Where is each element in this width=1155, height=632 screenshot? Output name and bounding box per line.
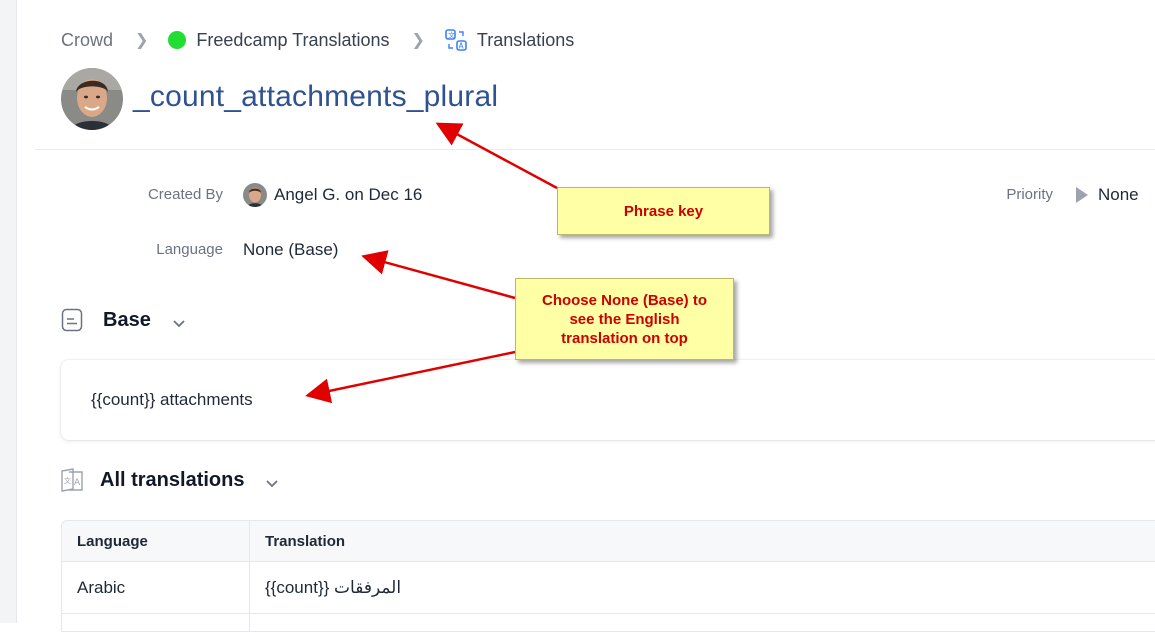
annotation-line: translation on top: [561, 329, 688, 347]
flag-icon: [1075, 186, 1089, 204]
arrow-to-language: [361, 250, 516, 300]
column-divider: [249, 521, 250, 631]
language-value[interactable]: None (Base): [243, 240, 338, 260]
created-by-value[interactable]: Angel G. on Dec 16: [274, 185, 422, 205]
base-text: {{count}} attachments: [91, 390, 253, 409]
base-section-title[interactable]: Base: [103, 309, 151, 332]
annotation-line: Choose None (Base) to: [541, 291, 707, 309]
document-icon: [61, 308, 83, 332]
svg-text:文: 文: [64, 476, 71, 485]
left-rail: [0, 0, 17, 623]
column-header-language[interactable]: Language: [77, 533, 148, 550]
page-title[interactable]: _count_attachments_plural: [133, 80, 498, 114]
breadcrumb-project-label: Freedcamp Translations: [196, 29, 390, 50]
translations-table: Language Translation Arabic {{count}} ال…: [61, 520, 1155, 632]
chevron-down-icon[interactable]: [172, 316, 186, 328]
table-cell-language[interactable]: Arabic: [77, 578, 125, 598]
breadcrumb-translations-label: Translations: [476, 29, 575, 50]
translations-icon: 文 A: [61, 468, 83, 492]
annotation-line: see the English: [569, 310, 680, 328]
all-translations-title[interactable]: All translations: [100, 469, 244, 492]
creator-avatar: [243, 183, 267, 207]
column-header-translation[interactable]: Translation: [265, 533, 345, 550]
annotation-phrase-key: Phrase key: [557, 187, 770, 235]
svg-text:A: A: [458, 42, 464, 51]
breadcrumb: Crowd ❯ Freedcamp Translations ❯ 文 A Tra…: [61, 28, 574, 52]
chevron-right-icon: ❯: [135, 32, 149, 49]
breadcrumb-project[interactable]: Freedcamp Translations: [168, 29, 390, 51]
row-divider: [62, 613, 1155, 614]
priority-value[interactable]: None: [1098, 185, 1139, 205]
chevron-down-icon[interactable]: [265, 476, 279, 488]
avatar: [61, 68, 123, 130]
breadcrumb-crowd[interactable]: Crowd: [61, 30, 113, 51]
base-text-card[interactable]: {{count}} attachments: [61, 360, 1155, 440]
breadcrumb-translations[interactable]: 文 A Translations: [445, 29, 574, 51]
chevron-right-icon: ❯: [411, 32, 425, 49]
project-status-dot: [168, 31, 187, 49]
svg-text:A: A: [74, 478, 81, 488]
translate-icon: 文 A: [445, 29, 467, 51]
language-label: Language: [156, 241, 223, 258]
created-by-label: Created By: [147, 186, 223, 203]
table-cell-translation[interactable]: {{count}} المرفقات: [265, 578, 401, 598]
annotation-choose-base: Choose None (Base) to see the English tr…: [515, 278, 734, 360]
svg-text:文: 文: [448, 31, 455, 40]
divider: [35, 149, 1155, 150]
table-header: Language Translation: [62, 521, 1155, 562]
priority-label: Priority: [1006, 186, 1053, 203]
arrow-to-title: [435, 122, 558, 190]
